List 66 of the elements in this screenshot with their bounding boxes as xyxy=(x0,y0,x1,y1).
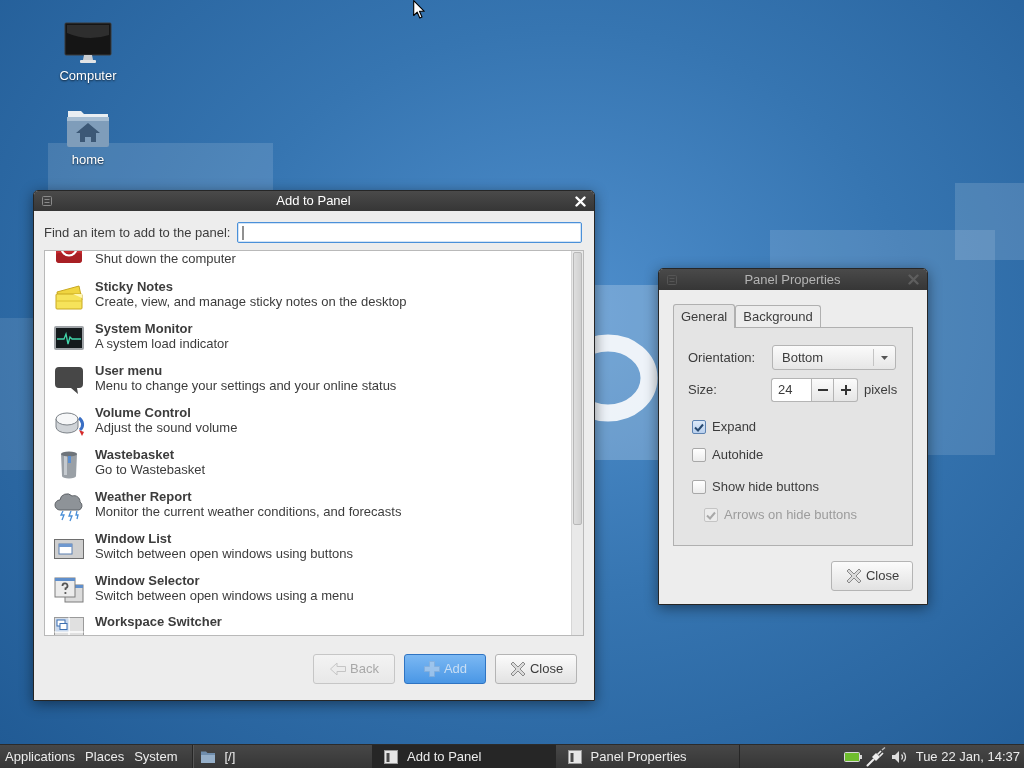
question-window-icon xyxy=(53,574,85,606)
unit-label: pixels xyxy=(864,382,898,398)
back-arrow-icon xyxy=(329,661,348,677)
speech-bubble-icon xyxy=(53,364,85,396)
panel-menu[interactable]: Places xyxy=(80,745,130,768)
desktop-icon-label[interactable]: home xyxy=(71,152,105,168)
desktop-icon-label[interactable]: Computer xyxy=(59,68,117,84)
panel-menu[interactable]: Applications xyxy=(0,745,81,768)
close-icon xyxy=(844,567,863,585)
folder-icon xyxy=(200,749,217,764)
storm-cloud-icon xyxy=(53,490,85,522)
window-title: Add to Panel xyxy=(276,193,351,209)
battery-icon[interactable] xyxy=(843,750,862,763)
search-label: Find an item to add to the panel: xyxy=(44,224,231,241)
field-label: Size: xyxy=(688,382,718,398)
scrollbar-track[interactable] xyxy=(571,251,583,635)
list-item[interactable]: Workspace Switcher xyxy=(45,611,571,635)
folder-launcher[interactable]: [/] xyxy=(200,745,242,768)
home-folder-icon[interactable] xyxy=(65,108,111,148)
item-description: Menu to change your settings and your online status xyxy=(95,377,397,393)
search-field[interactable] xyxy=(237,222,582,243)
plug-icon[interactable] xyxy=(865,746,886,767)
scrollbar-thumb[interactable] xyxy=(573,252,582,525)
list-item[interactable]: User menu Menu to change your settings and your online status xyxy=(45,359,571,401)
item-title: Window List xyxy=(95,530,173,546)
window-icon xyxy=(566,748,583,765)
item-title: Wastebasket xyxy=(95,446,175,462)
item-description: Adjust the sound volume xyxy=(95,419,238,435)
clock[interactable]: Tue 22 Jan, 14:37 xyxy=(915,749,1020,764)
item-description: Create, view, and manage sticky notes on the desktop xyxy=(95,293,407,309)
text-caret-icon xyxy=(242,225,245,240)
taskbar-button[interactable]: Panel Properties xyxy=(555,745,739,768)
window-icon xyxy=(383,748,399,765)
taskbar-button[interactable]: Add to Panel xyxy=(372,745,556,768)
list-item[interactable]: System Monitor A system load indicator xyxy=(45,317,571,359)
item-title: System Monitor xyxy=(95,320,194,336)
item-title: Workspace Switcher xyxy=(95,614,222,629)
field-label: Orientation: xyxy=(688,349,757,366)
window-menu-icon[interactable] xyxy=(42,196,52,206)
plus-icon xyxy=(840,385,851,395)
item-title: Sticky Notes xyxy=(95,278,175,294)
item-title: Window Selector xyxy=(95,572,201,588)
close-button[interactable]: Close xyxy=(495,654,577,684)
list-item[interactable]: Sticky Notes Create, view, and manage sticky notes on the desktop xyxy=(45,275,571,317)
list-item[interactable]: Shut down the computer xyxy=(45,251,571,275)
item-description: Switch between open windows using a menu xyxy=(95,587,354,603)
panel-menu[interactable]: System xyxy=(129,745,183,768)
monitor-icon[interactable] xyxy=(64,22,112,64)
plus-icon xyxy=(422,660,441,678)
list-item[interactable]: Weather Report Monitor the current weather conditions, and forecasts xyxy=(45,485,571,527)
close-icon xyxy=(508,660,527,678)
list-item[interactable]: Volume Control Adjust the sound volume xyxy=(45,401,571,443)
item-description: Switch between open windows using buttons xyxy=(95,545,353,561)
item-title: Weather Report xyxy=(95,488,193,504)
item-title: User menu xyxy=(95,362,164,378)
item-description: Shut down the computer xyxy=(95,251,236,266)
item-title: Volume Control xyxy=(95,404,192,420)
mouse-pointer-icon xyxy=(413,0,425,19)
caret-icon xyxy=(881,355,888,360)
window-title: Panel Properties xyxy=(744,271,841,288)
item-description: Go to Wastebasket xyxy=(95,461,206,477)
item-description: A system load indicator xyxy=(95,335,229,351)
list-item[interactable]: Window List Switch between open windows using buttons xyxy=(45,527,571,569)
list-item[interactable]: Window Selector Switch between open windows using a menu xyxy=(45,569,571,611)
list-item[interactable]: Wastebasket Go to Wastebasket xyxy=(45,443,571,485)
item-description: Monitor the current weather conditions, and forecasts xyxy=(95,503,402,519)
